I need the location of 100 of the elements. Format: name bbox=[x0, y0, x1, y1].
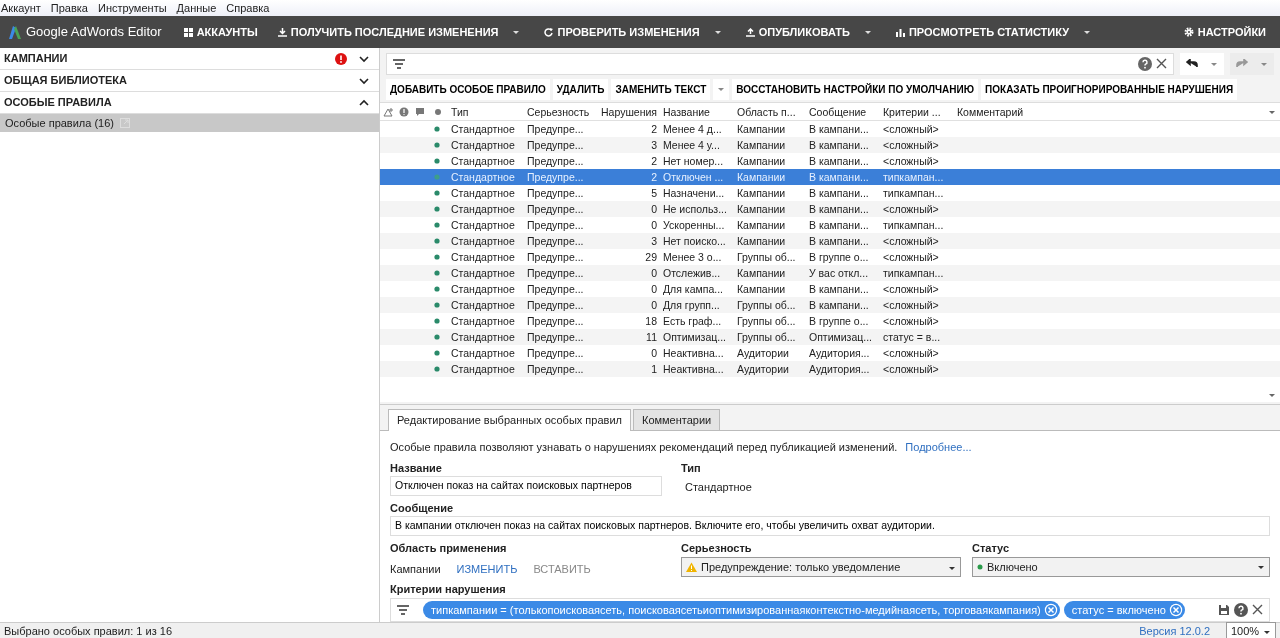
name-field[interactable]: Отключен показ на сайтах поисковых партнеров bbox=[390, 476, 662, 496]
table-row[interactable]: Стандартное Предупре... 18 Есть граф... Группы об... В группе о... <сложный> bbox=[380, 312, 1280, 329]
table-row[interactable]: Стандартное Предупре... 29 Менее 3 о... Группы об... В группе о... <сложный> bbox=[380, 248, 1280, 265]
scroll-arrow-icon[interactable] bbox=[1268, 391, 1276, 400]
remove-icon[interactable] bbox=[1043, 602, 1058, 617]
table-row[interactable]: Стандартное Предупре... 0 Неактивна... Аудитории Аудитория... <сложный> bbox=[380, 344, 1280, 361]
table-cell-text: Есть граф... bbox=[662, 313, 723, 329]
action-button[interactable]: ЗАМЕНИТЬ ТЕКСТ bbox=[611, 78, 711, 100]
column-header[interactable]: Область п... bbox=[734, 102, 806, 121]
table-row[interactable]: Стандартное Предупре... 0 Ускоренны... Кампании В кампани... типкампан... bbox=[380, 216, 1280, 233]
caret-icon[interactable] bbox=[512, 28, 521, 36]
tab[interactable]: Комментарии bbox=[632, 408, 721, 430]
zoom-select[interactable]: 100% bbox=[1226, 622, 1276, 638]
menu-item[interactable]: Правка bbox=[50, 0, 88, 16]
change-link[interactable]: ИЗМЕНИТЬ bbox=[456, 560, 518, 577]
criteria-field[interactable]: типкампании = (толькопоисковаясеть, поисковаясетьиоптимизированнаяконтекстно-медийнаясеть, торговаякампания) статус = включено bbox=[390, 597, 1270, 622]
table-cell-text: Для групп... bbox=[662, 297, 721, 313]
menu-item[interactable]: Инструменты bbox=[98, 0, 167, 16]
table-cell-text: 2 bbox=[650, 153, 658, 169]
status-select[interactable]: Включено bbox=[972, 556, 1270, 577]
status-dot-icon bbox=[433, 172, 441, 181]
field-label: Критерии нарушения bbox=[390, 582, 507, 597]
sidebar-item[interactable]: Особые правила (16) bbox=[0, 114, 379, 132]
table-cell-text: Стандартное bbox=[450, 153, 516, 169]
collapse-icon[interactable] bbox=[359, 98, 369, 107]
sort-icon[interactable] bbox=[383, 106, 393, 117]
filter-chip[interactable]: статус = включено bbox=[1063, 600, 1185, 619]
remove-icon[interactable] bbox=[1168, 602, 1183, 617]
table-row[interactable]: Стандартное Предупре... 1 Неактивна... Аудитории Аудитория... <сложный> bbox=[380, 360, 1280, 377]
table-cell-text: Стандартное bbox=[450, 185, 516, 201]
table-row[interactable]: Стандартное Предупре... 0 Не использ... Кампании В кампани... <сложный> bbox=[380, 200, 1280, 217]
caret-icon[interactable] bbox=[713, 28, 722, 36]
settings-button[interactable]: НАСТРОЙКИ bbox=[1177, 23, 1272, 41]
paste-link[interactable]: ВСТАВИТЬ bbox=[533, 560, 591, 577]
column-header[interactable]: Тип bbox=[448, 102, 524, 121]
action-button[interactable]: УДАЛИТЬ bbox=[552, 78, 609, 100]
undo-button[interactable] bbox=[1180, 53, 1224, 75]
table-row[interactable]: Стандартное Предупре... 0 Для кампа... Кампании В кампани... <сложный> bbox=[380, 280, 1280, 297]
column-header[interactable]: Название bbox=[660, 102, 734, 121]
status-dot-icon[interactable] bbox=[433, 106, 443, 117]
table-row[interactable]: Стандартное Предупре... 3 Нет поиско... Кампании В кампани... <сложный> bbox=[380, 232, 1280, 249]
action-button[interactable]: ДОБАВИТЬ ОСОБОЕ ПРАВИЛО bbox=[386, 78, 550, 100]
toolbar-button[interactable]: ПРОВЕРИТЬ ИЗМЕНЕНИЯ bbox=[538, 23, 706, 41]
status-text: Выбрано особых правил: 1 из 16 bbox=[4, 624, 173, 638]
toolbar-button[interactable]: ОПУБЛИКОВАТЬ bbox=[739, 23, 856, 41]
caret-icon[interactable] bbox=[1083, 28, 1091, 36]
save-icon[interactable] bbox=[1218, 603, 1230, 616]
menu-item[interactable]: Данные bbox=[176, 0, 217, 16]
comment-icon[interactable] bbox=[415, 106, 425, 117]
table-cell-text: В кампани... bbox=[808, 217, 870, 233]
action-button[interactable]: ВОССТАНОВИТЬ НАСТРОЙКИ ПО УМОЛЧАНИЮ bbox=[732, 78, 979, 100]
help-icon[interactable] bbox=[1234, 602, 1248, 617]
table-row[interactable]: Стандартное Предупре... 11 Оптимизац... Группы об... Оптимизац... статус = в... bbox=[380, 328, 1280, 345]
menu-item[interactable]: Аккаунт bbox=[1, 0, 41, 16]
column-header[interactable]: Критерии ... bbox=[880, 102, 954, 121]
toolbar-button[interactable]: ПРОСМОТРЕТЬ СТАТИСТИКУ bbox=[889, 23, 1075, 41]
toolbar-button[interactable]: АККАУНТЫ bbox=[177, 23, 264, 41]
section-header[interactable]: ОБЩАЯ БИБЛИОТЕКА bbox=[0, 70, 379, 92]
tab[interactable]: Редактирование выбранных особых правил bbox=[388, 408, 631, 431]
close-icon[interactable] bbox=[1156, 58, 1167, 70]
expand-icon[interactable] bbox=[359, 76, 369, 85]
filter-icon[interactable] bbox=[397, 604, 409, 615]
table-cell-text: Менее 3 о... bbox=[662, 249, 723, 265]
table-row[interactable]: Стандартное Предупре... 3 Менее 4 у... Кампании В кампани... <сложный> bbox=[380, 136, 1280, 153]
more-link[interactable]: Подробнее... bbox=[905, 439, 972, 456]
table-row[interactable]: Стандартное Предупре... 2 Отключен ... Кампании В кампани... типкампан... bbox=[380, 168, 1280, 185]
action-button[interactable]: ПОКАЗАТЬ ПРОИГНОРИРОВАННЫЕ НАРУШЕНИЯ bbox=[981, 78, 1238, 100]
table-row[interactable]: Стандартное Предупре... 0 Для групп... Группы об... В кампани... <сложный> bbox=[380, 296, 1280, 313]
message-field[interactable]: В кампании отключен показ на сайтах поисковых партнеров. Включите его, чтобы увеличить охват аудитории. bbox=[390, 516, 1270, 536]
table-row[interactable]: Стандартное Предупре... 0 Отслежив... Кампании У вас откл... типкампан... bbox=[380, 264, 1280, 281]
table-cell-text: Кампании bbox=[736, 153, 787, 169]
table-cell-text: Отслежив... bbox=[662, 265, 722, 281]
table-row[interactable]: Стандартное Предупре... 5 Назначени... Кампании В кампани... типкампан... bbox=[380, 184, 1280, 201]
section-header[interactable]: КАМПАНИИ bbox=[0, 48, 379, 70]
table-cell-text: Стандартное bbox=[450, 137, 516, 153]
filter-icon[interactable] bbox=[393, 58, 405, 69]
help-icon[interactable] bbox=[1138, 56, 1152, 71]
info-icon[interactable] bbox=[399, 106, 409, 117]
close-icon[interactable] bbox=[1252, 604, 1263, 616]
table-cell-text: Кампании bbox=[736, 201, 787, 217]
toolbar-button[interactable]: ПОЛУЧИТЬ ПОСЛЕДНИЕ ИЗМЕНЕНИЯ bbox=[271, 23, 505, 41]
filter-field[interactable] bbox=[386, 53, 1174, 75]
column-header[interactable]: Комментарий bbox=[954, 102, 1280, 121]
table-cell-text: <сложный> bbox=[882, 233, 940, 249]
table-cell-text: Предупре... bbox=[526, 201, 585, 217]
column-header[interactable]: Нарушения bbox=[596, 102, 660, 121]
table-cell-text: 5 bbox=[650, 185, 658, 201]
expand-icon[interactable] bbox=[359, 54, 369, 63]
column-header[interactable]: Сообщение bbox=[806, 102, 880, 121]
table-row[interactable]: Стандартное Предупре... 2 Менее 4 д... Кампании В кампани... <сложный> bbox=[380, 120, 1280, 137]
filter-chip[interactable]: типкампании = (толькопоисковаясеть, поисковаясетьиоптимизированнаяконтекстно-медийнаясеть, торговаякампания) bbox=[423, 600, 1060, 619]
menu-item[interactable]: Справка bbox=[226, 0, 270, 16]
table-cell-text: типкампан... bbox=[882, 217, 945, 233]
status-dot-icon bbox=[977, 563, 983, 570]
severity-select[interactable]: Предупреждение: только уведомление bbox=[681, 556, 961, 577]
column-header[interactable]: Серьезность bbox=[524, 102, 596, 121]
status-dot-icon bbox=[433, 252, 441, 261]
table-row[interactable]: Стандартное Предупре... 2 Нет номер... Кампании В кампани... <сложный> bbox=[380, 152, 1280, 169]
caret-icon[interactable] bbox=[863, 28, 872, 36]
table-cell-text: Аудитории bbox=[736, 345, 790, 361]
